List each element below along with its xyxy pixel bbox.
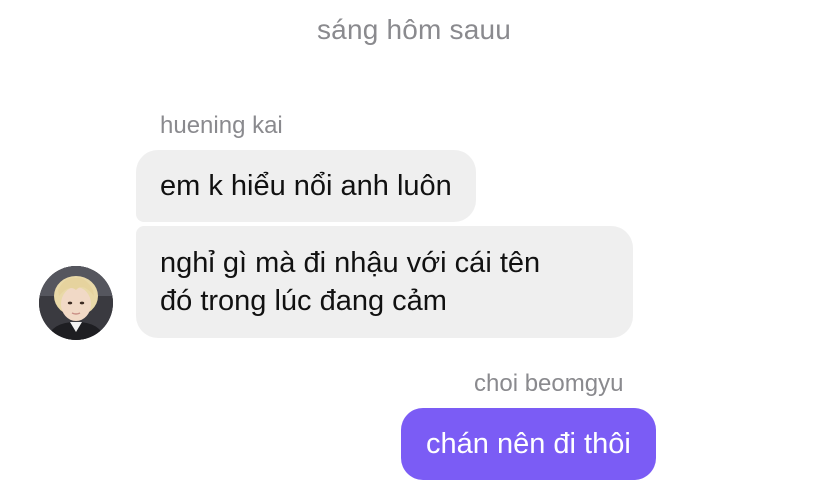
chat-timestamp: sáng hôm sauu: [316, 14, 512, 45]
message-text: nghỉ gì mà đi nhậu với cái tên đó trong …: [160, 247, 541, 317]
sender-name-huening-kai: huening kai: [160, 112, 283, 139]
avatar-photo-icon: [39, 266, 113, 340]
message-text: em k hiểu nổi anh luôn: [160, 170, 452, 202]
message-text: chán nên đi thôi: [426, 428, 631, 460]
sender-name-choi-beomgyu: choi beomgyu: [474, 370, 624, 397]
incoming-message-bubble[interactable]: nghỉ gì mà đi nhậu với cái tên đó trong …: [136, 226, 633, 338]
incoming-message-bubble[interactable]: em k hiểu nổi anh luôn: [136, 150, 476, 222]
sender-avatar[interactable]: [39, 266, 113, 340]
outgoing-message-bubble[interactable]: chán nên đi thôi: [401, 408, 656, 480]
